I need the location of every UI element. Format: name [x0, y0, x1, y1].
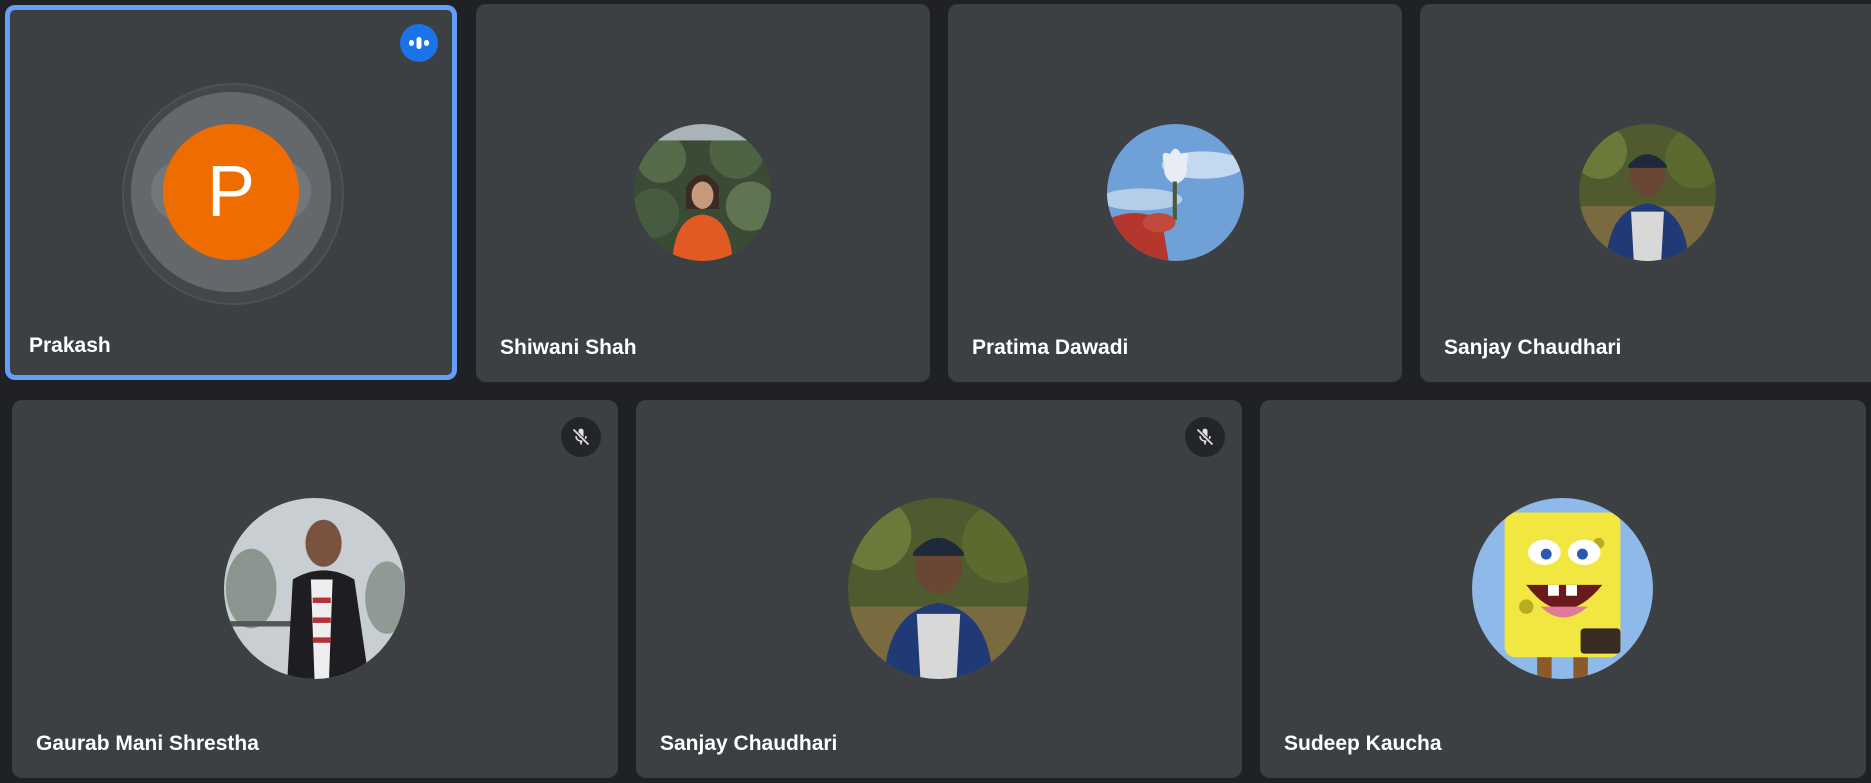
mic-off-icon [561, 417, 601, 457]
avatar-photo [848, 498, 1029, 679]
avatar-photo [224, 498, 405, 679]
participant-name: Prakash [29, 334, 111, 357]
participant-name: Gaurab Mani Shrestha [36, 732, 259, 755]
avatar-photo [1472, 498, 1653, 679]
avatar-photo [1107, 124, 1244, 261]
participant-name: Shiwani Shah [500, 336, 637, 359]
avatar-photo [634, 124, 771, 261]
avatar-photo [1579, 124, 1716, 261]
participant-tile-prakash[interactable]: P Prakash [5, 5, 457, 380]
participant-name: Sanjay Chaudhari [1444, 336, 1622, 359]
participant-name: Pratima Dawadi [972, 336, 1129, 359]
participant-tile-gaurab-mani-shrestha[interactable]: Gaurab Mani Shrestha [12, 400, 618, 778]
mic-off-icon [1185, 417, 1225, 457]
avatar-initial: P [163, 124, 299, 260]
participant-tile-sanjay-chaudhari-1[interactable]: Sanjay Chaudhari [1420, 4, 1871, 382]
participant-name: Sudeep Kaucha [1284, 732, 1442, 755]
participant-tile-pratima-dawadi[interactable]: Pratima Dawadi [948, 4, 1402, 382]
participant-tile-shiwani-shah[interactable]: Shiwani Shah [476, 4, 930, 382]
participant-name: Sanjay Chaudhari [660, 732, 838, 755]
participant-tile-sudeep-kaucha[interactable]: Sudeep Kaucha [1260, 400, 1866, 778]
participant-tile-sanjay-chaudhari-2[interactable]: Sanjay Chaudhari [636, 400, 1242, 778]
audio-level-icon [400, 24, 438, 62]
